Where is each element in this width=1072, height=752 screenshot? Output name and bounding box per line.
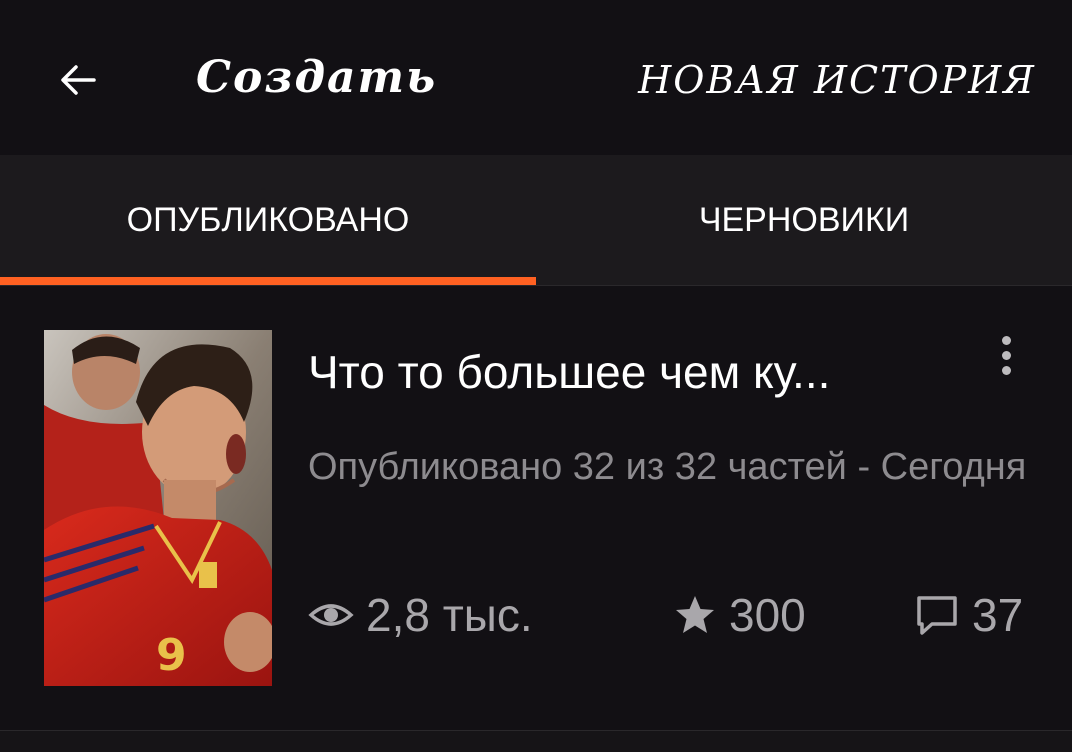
comments-count: 37: [972, 589, 1024, 641]
star-icon: [673, 593, 717, 637]
votes-count: 300: [729, 589, 806, 641]
next-item-edge: [0, 730, 1072, 752]
comments-stat: 37: [914, 585, 1023, 645]
tab-drafts[interactable]: ЧЕРНОВИКИ: [536, 155, 1072, 286]
page-title: Создать: [196, 52, 438, 103]
back-button[interactable]: [48, 50, 108, 110]
story-meta: Опубликовано 32 из 32 частей - Сегодня: [308, 446, 1027, 488]
more-options-button[interactable]: [986, 325, 1026, 385]
svg-text:9: 9: [156, 630, 187, 681]
story-cover-image[interactable]: 9: [44, 330, 272, 686]
tab-bar: ОПУБЛИКОВАНО ЧЕРНОВИКИ: [0, 155, 1072, 286]
votes-stat: 300: [673, 585, 806, 645]
tab-published[interactable]: ОПУБЛИКОВАНО: [0, 155, 536, 286]
top-app-bar: Создать НОВАЯ ИСТОРИЯ: [0, 0, 1072, 155]
eye-icon: [308, 592, 354, 638]
new-story-button[interactable]: НОВАЯ ИСТОРИЯ: [638, 58, 1036, 102]
kebab-menu-icon: [1001, 335, 1011, 345]
story-title[interactable]: Что то большее чем ку...: [308, 345, 968, 399]
reads-stat: 2,8 тыс.: [308, 585, 533, 645]
story-stats: 2,8 тыс. 300 37: [308, 585, 1048, 645]
active-tab-indicator: [0, 277, 536, 285]
app-root: Создать НОВАЯ ИСТОРИЯ ОПУБЛИКОВАНО ЧЕРНО…: [0, 0, 1072, 752]
story-card[interactable]: 9 Что то большее чем ку... Опубликовано …: [0, 287, 1072, 730]
reads-count: 2,8 тыс.: [366, 589, 533, 641]
arrow-left-icon: [61, 65, 96, 95]
comment-icon: [914, 592, 960, 638]
cover-illustration: 9: [44, 330, 272, 686]
